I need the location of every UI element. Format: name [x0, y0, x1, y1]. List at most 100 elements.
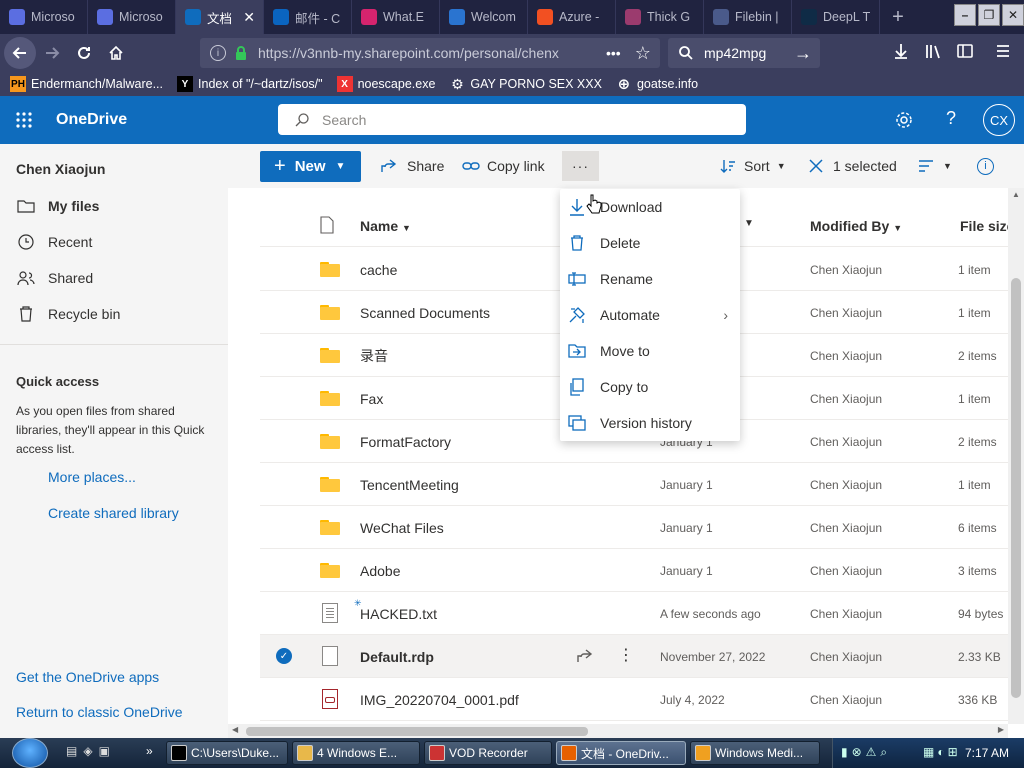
search-go-icon[interactable]: → — [794, 43, 812, 64]
table-row[interactable]: WeChat Files January 1 Chen Xiaojun 6 items — [260, 506, 1008, 549]
file-name[interactable]: IMG_20220704_0001.pdf — [360, 678, 519, 721]
sidebar-item-shared[interactable]: Shared — [16, 268, 93, 288]
browser-tab[interactable]: Azure - — [528, 0, 616, 34]
file-name[interactable]: 录音 — [360, 334, 388, 377]
view-options-button[interactable]: ▼ — [918, 144, 952, 188]
sidebar-toggle-icon[interactable] — [956, 42, 974, 60]
downloads-icon[interactable] — [892, 42, 910, 60]
more-places-link[interactable]: More places... — [48, 469, 136, 485]
home-button[interactable] — [100, 37, 132, 69]
table-row[interactable]: ✳ HACKED.txt A few seconds ago Chen Xiaojun… — [260, 592, 1008, 635]
get-apps-link[interactable]: Get the OneDrive apps — [16, 669, 159, 685]
browser-tab[interactable]: Microso — [0, 0, 88, 34]
app-launcher-icon[interactable] — [16, 112, 32, 128]
forward-button[interactable] — [36, 37, 68, 69]
browser-search-box[interactable]: mp42mpg → — [668, 38, 820, 68]
menu-item-delete[interactable]: Delete — [560, 225, 740, 261]
vertical-scrollbar[interactable]: ▲ — [1008, 188, 1024, 724]
start-orb-button[interactable] — [12, 738, 48, 768]
file-name[interactable]: cache — [360, 248, 397, 291]
bookmark-star-icon[interactable]: ☆ — [635, 43, 651, 64]
table-row[interactable]: TencentMeeting January 1 Chen Xiaojun 1 ite… — [260, 463, 1008, 506]
browser-tab[interactable]: What.E — [352, 0, 440, 34]
modified-by-column-header[interactable]: Modified By ▼ — [810, 218, 902, 234]
taskbar-item[interactable]: 文档 - OneDriv... — [556, 741, 686, 765]
bookmark-item[interactable]: PH Endermanch/Malware... — [10, 76, 163, 92]
tray-system-icons[interactable]: ▦◐⊞ — [923, 745, 961, 759]
file-type-header-icon[interactable] — [320, 216, 334, 234]
tray-icons[interactable]: ▮⊗⚠⌕ — [841, 745, 891, 760]
file-size-column-header[interactable]: File size — [960, 218, 1008, 234]
taskbar-item[interactable]: VOD Recorder — [424, 741, 552, 765]
browser-tab[interactable]: 文档 ✕ — [176, 0, 264, 34]
table-row[interactable]: IMG_20220704_0001.pdf July 4, 2022 Chen Xi… — [260, 678, 1008, 721]
page-actions-icon[interactable]: ••• — [606, 45, 621, 61]
hamburger-menu-icon[interactable] — [994, 42, 1012, 60]
quick-launch-icons[interactable]: ▤◈▣ — [66, 744, 116, 758]
new-tab-button[interactable]: + — [880, 0, 916, 34]
bookmark-item[interactable]: Xnoescape.exe — [336, 76, 435, 92]
name-column-header[interactable]: Name ▼ — [360, 218, 411, 234]
file-name[interactable]: WeChat Files — [360, 506, 444, 549]
file-name[interactable]: Adobe — [360, 549, 400, 592]
file-name[interactable]: FormatFactory — [360, 420, 451, 463]
row-share-icon[interactable] — [576, 648, 594, 664]
maximize-button[interactable]: ❐ — [978, 4, 1000, 26]
onedrive-search-input[interactable]: Search — [278, 104, 746, 135]
reload-button[interactable] — [68, 37, 100, 69]
share-button[interactable]: Share — [380, 144, 444, 188]
row-checkbox-checked-icon[interactable]: ✓ — [276, 648, 292, 664]
avatar[interactable]: CX — [983, 104, 1015, 136]
clock[interactable]: 7:17 AM — [965, 746, 1009, 760]
sidebar-item-recycle-bin[interactable]: Recycle bin — [16, 304, 120, 324]
bookmark-item[interactable]: ⚙ GAY PORNO SEX XXX — [449, 76, 602, 92]
back-button[interactable] — [4, 37, 36, 69]
file-name[interactable]: Scanned Documents — [360, 291, 490, 334]
file-name[interactable]: HACKED.txt — [360, 592, 437, 635]
menu-item-rename[interactable]: Rename — [560, 261, 740, 297]
browser-tab[interactable]: Welcom — [440, 0, 528, 34]
browser-tab[interactable]: Microso — [88, 0, 176, 34]
row-more-actions-icon[interactable]: ⋮ — [618, 645, 634, 665]
close-window-button[interactable]: ✕ — [1002, 4, 1024, 26]
create-shared-library-link[interactable]: Create shared library — [48, 505, 179, 521]
minimize-button[interactable]: – — [954, 4, 976, 26]
new-button[interactable]: + New ▼ — [260, 151, 361, 182]
library-icon[interactable] — [924, 42, 942, 60]
horizontal-scrollbar[interactable]: ◀ ▶ — [228, 724, 1008, 738]
browser-tab[interactable]: DeepL T — [792, 0, 880, 34]
info-icon[interactable]: i — [210, 45, 226, 61]
clear-selection-button[interactable]: 1 selected — [808, 144, 897, 188]
taskbar-item[interactable]: C:\Users\Duke... — [166, 741, 288, 765]
sort-button[interactable]: Sort ▼ — [720, 144, 786, 188]
copy-link-button[interactable]: Copy link — [462, 144, 545, 188]
more-actions-button[interactable]: ··· — [562, 151, 599, 181]
table-row[interactable]: ✓ Default.rdp ⋮ November 27, 2022 Chen Xiaoj… — [260, 635, 1008, 678]
sidebar-item-recent[interactable]: Recent — [16, 232, 92, 252]
file-name[interactable]: Default.rdp — [360, 635, 434, 678]
taskbar-item[interactable]: Windows Medi... — [690, 741, 820, 765]
settings-gear-icon[interactable] — [894, 110, 914, 130]
browser-tab[interactable]: Thick G — [616, 0, 704, 34]
browser-tab[interactable]: 邮件 - C — [264, 0, 352, 34]
bookmark-item[interactable]: Y Index of "/~dartz/isos/" — [177, 76, 323, 92]
file-name[interactable]: TencentMeeting — [360, 463, 459, 506]
bookmark-item[interactable]: ⊕ goatse.info — [616, 76, 698, 93]
details-pane-button[interactable]: i — [977, 144, 994, 188]
tab-close-icon[interactable]: ✕ — [243, 9, 255, 26]
return-classic-link[interactable]: Return to classic OneDrive — [16, 704, 183, 720]
sidebar-item-my-files[interactable]: My files — [16, 196, 99, 216]
app-name[interactable]: OneDrive — [56, 111, 127, 129]
taskbar-item[interactable]: 4 Windows E... — [292, 741, 420, 765]
table-row[interactable]: Adobe January 1 Chen Xiaojun 3 items — [260, 549, 1008, 592]
menu-item-move-to[interactable]: Move to — [560, 333, 740, 369]
file-name[interactable]: Fax — [360, 377, 383, 420]
modified-sort-chevron-icon[interactable]: ▼ — [744, 218, 754, 229]
menu-item-version-history[interactable]: Version history — [560, 405, 740, 441]
quick-launch-expand-icon[interactable]: » — [146, 744, 153, 758]
browser-tab[interactable]: Filebin | — [704, 0, 792, 34]
url-bar[interactable]: i https://v3nnb-my.sharepoint.com/person… — [200, 38, 660, 68]
menu-item-copy-to[interactable]: Copy to — [560, 369, 740, 405]
help-icon[interactable]: ? — [946, 108, 956, 129]
menu-item-automate[interactable]: Automate › — [560, 297, 740, 333]
